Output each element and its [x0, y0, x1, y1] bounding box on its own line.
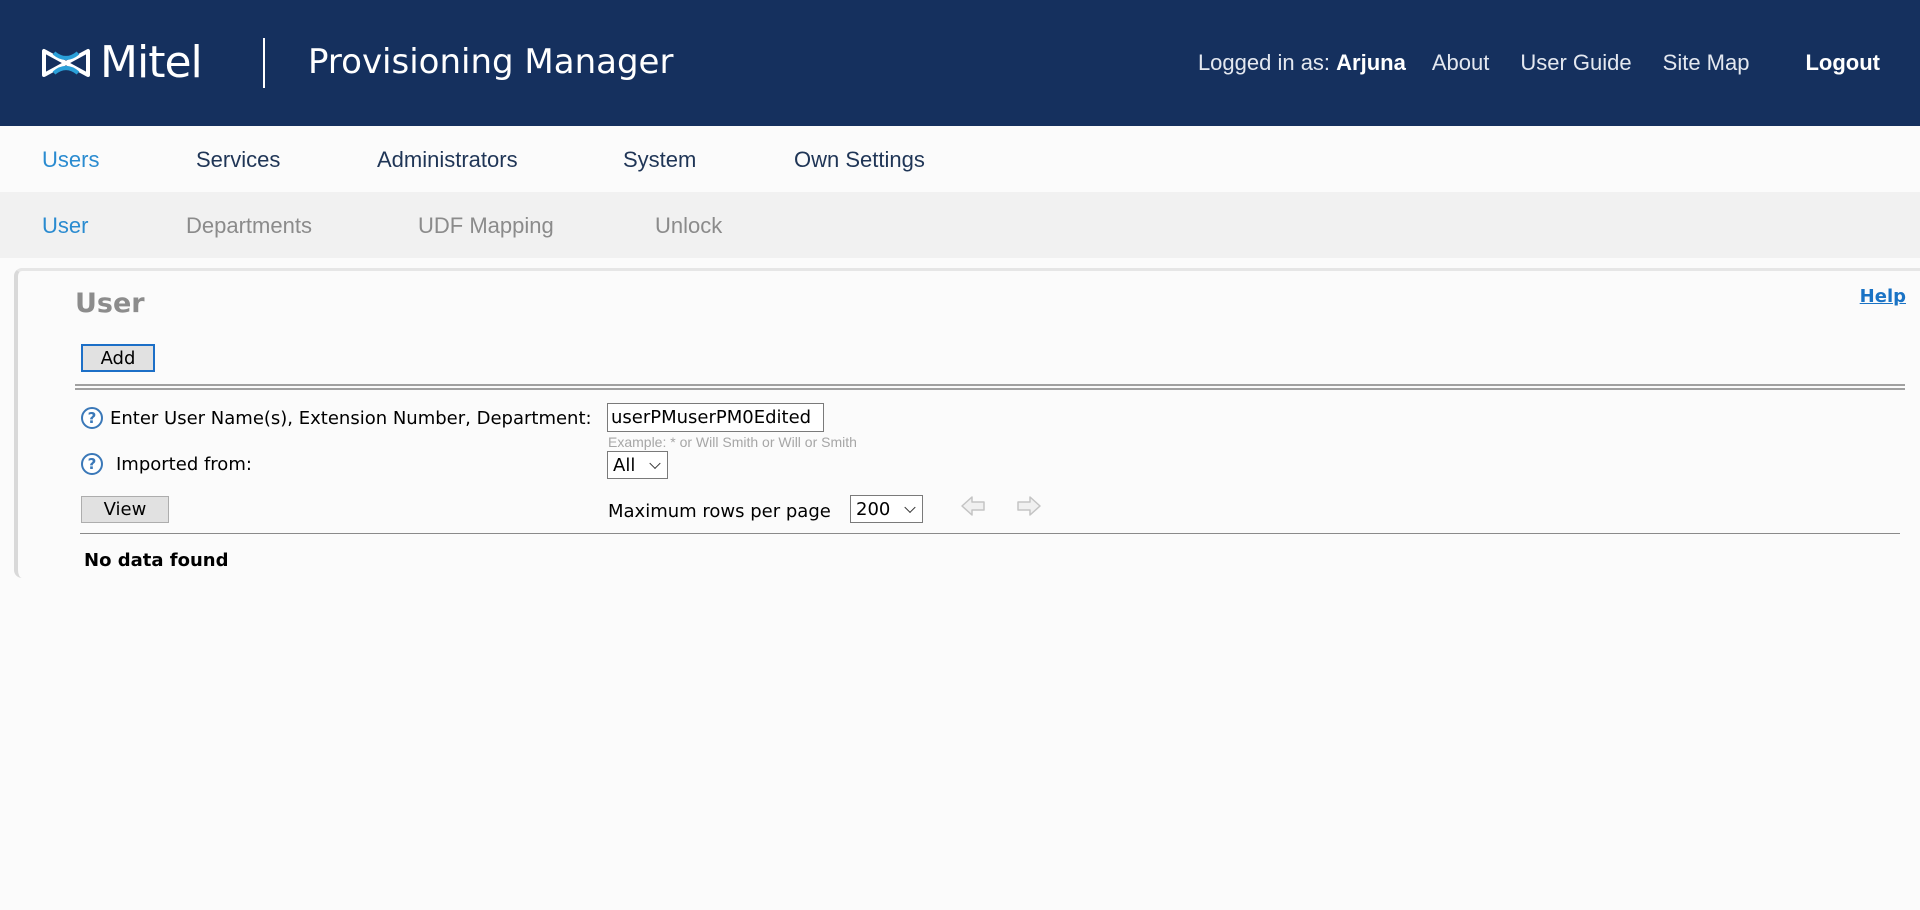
next-page-arrow-icon[interactable] [1015, 494, 1043, 518]
view-button[interactable]: View [81, 496, 169, 523]
about-link[interactable]: About [1432, 50, 1490, 76]
chevron-down-icon [649, 457, 661, 470]
imported-from-value: All [613, 454, 636, 476]
imported-from-select[interactable]: All [607, 451, 668, 479]
main-nav: Users Services Administrators System Own… [0, 126, 1920, 192]
mitel-logo[interactable]: Mitel [40, 37, 203, 88]
logged-in-user: Arjuna [1336, 50, 1406, 75]
user-guide-link[interactable]: User Guide [1520, 50, 1631, 76]
imported-label: Imported from: [116, 454, 252, 475]
main-nav-services[interactable]: Services [196, 147, 280, 173]
sub-nav: User Departments UDF Mapping Unlock [0, 192, 1920, 258]
header-links: Logged in as: Arjuna About User Guide Si… [1198, 50, 1880, 76]
rows-per-page-label: Maximum rows per page [608, 501, 831, 522]
page-title: User [75, 288, 145, 319]
main-nav-system[interactable]: System [623, 147, 696, 173]
empty-message: No data found [84, 550, 229, 571]
logo-text: Mitel [100, 37, 203, 88]
previous-page-arrow-icon[interactable] [959, 494, 987, 518]
logged-in-info: Logged in as: Arjuna [1198, 50, 1406, 76]
sub-nav-user[interactable]: User [42, 213, 88, 239]
add-button[interactable]: Add [81, 344, 155, 372]
main-nav-users[interactable]: Users [42, 147, 99, 173]
header-divider [263, 38, 265, 88]
mitel-logo-icon [42, 49, 90, 77]
site-map-link[interactable]: Site Map [1663, 50, 1750, 76]
search-help-icon[interactable]: ? [81, 407, 103, 429]
logout-link[interactable]: Logout [1805, 50, 1880, 76]
results-divider [80, 533, 1900, 534]
main-nav-administrators[interactable]: Administrators [377, 147, 518, 173]
sub-nav-udf-mapping[interactable]: UDF Mapping [418, 213, 554, 239]
search-hint: Example: * or Will Smith or Will or Smit… [608, 434, 857, 450]
section-divider [75, 384, 1905, 390]
rows-per-page-select[interactable]: 200 [850, 495, 923, 523]
sub-nav-departments[interactable]: Departments [186, 213, 312, 239]
main-nav-own-settings[interactable]: Own Settings [794, 147, 925, 173]
sub-nav-unlock[interactable]: Unlock [655, 213, 722, 239]
logged-in-label: Logged in as: [1197, 50, 1331, 75]
help-link[interactable]: Help [1860, 286, 1906, 307]
app-header: Mitel Provisioning Manager Logged in as:… [0, 0, 1920, 126]
chevron-down-icon [904, 501, 916, 514]
rows-per-page-value: 200 [856, 498, 891, 520]
app-title: Provisioning Manager [308, 42, 674, 82]
search-label: Enter User Name(s), Extension Number, De… [110, 408, 592, 429]
search-input[interactable] [607, 403, 824, 432]
imported-help-icon[interactable]: ? [81, 453, 103, 475]
